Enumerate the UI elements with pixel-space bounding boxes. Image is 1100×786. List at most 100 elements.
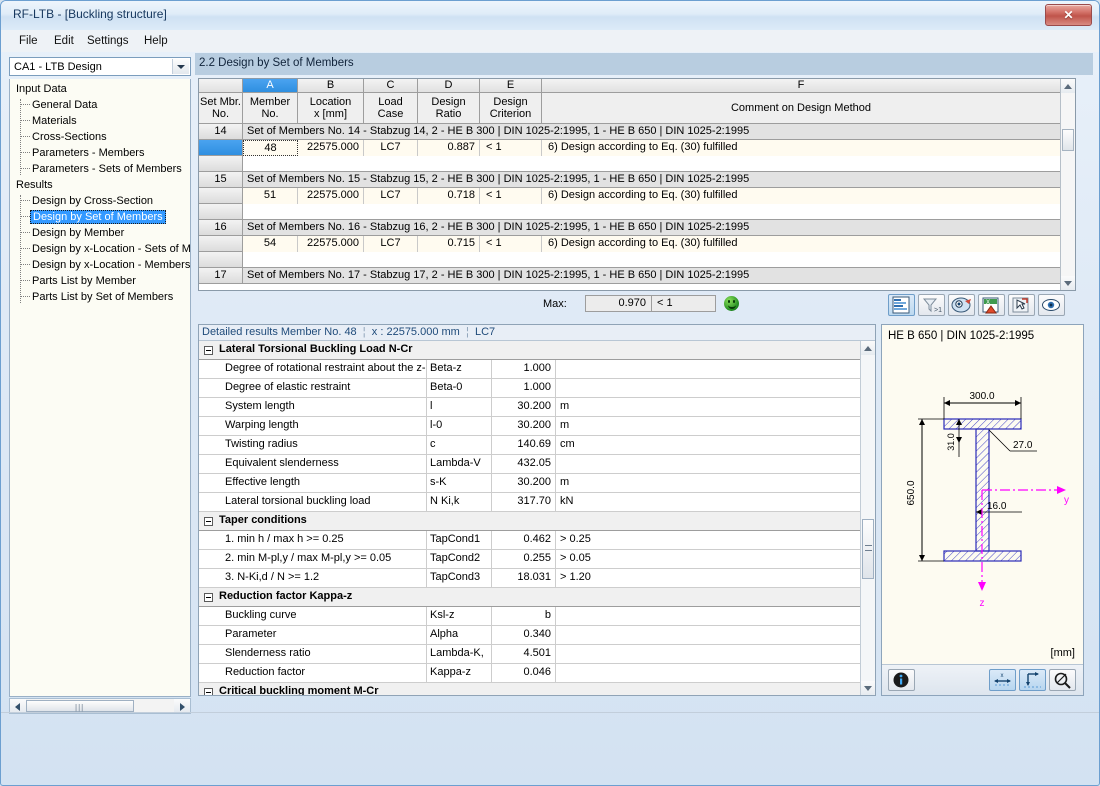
tree-item-parts-list-by-member[interactable]: Parts List by Member <box>32 275 136 287</box>
scroll-thumb[interactable] <box>862 519 874 579</box>
cell-design-ratio[interactable]: 0.718 <box>418 188 480 204</box>
export-excel-icon[interactable]: X <box>978 294 1005 316</box>
scroll-up-icon[interactable] <box>861 341 875 355</box>
dimension-horizontal-icon[interactable]: x <box>989 669 1016 691</box>
close-button[interactable]: ✕ <box>1045 4 1092 26</box>
detail-row[interactable]: Slenderness ratio Lambda-K, 4.501 <box>199 645 860 664</box>
tree-item-design-x-location-members[interactable]: Design by x-Location - Members <box>32 259 190 271</box>
detail-row[interactable]: Parameter Alpha 0.340 <box>199 626 860 645</box>
detail-group-row[interactable]: Critical buckling moment M-Cr <box>199 683 860 695</box>
cell-comment[interactable]: 6) Design according to Eq. (30) fulfille… <box>542 188 1061 204</box>
tree-node-results[interactable]: Results <box>16 179 53 191</box>
cell-load-case[interactable]: LC7 <box>364 140 418 156</box>
table-row-number[interactable]: 16 <box>199 220 243 236</box>
detail-row[interactable]: Equivalent slenderness Lambda-V 432.05 <box>199 455 860 474</box>
cell-member-no[interactable]: 54 <box>243 236 298 252</box>
cell-location[interactable]: 22575.000 <box>298 140 364 156</box>
detail-row[interactable]: Degree of elastic restraint Beta-0 1.000 <box>199 379 860 398</box>
scroll-down-icon[interactable] <box>1061 276 1075 290</box>
grid-col-C[interactable]: C <box>364 79 418 93</box>
table-row-empty[interactable] <box>243 156 1061 172</box>
color-design-icon[interactable] <box>948 294 975 316</box>
detail-row[interactable]: Twisting radius c 140.69 cm <box>199 436 860 455</box>
scroll-right-icon[interactable] <box>174 699 190 713</box>
tree-item-design-by-member[interactable]: Design by Member <box>32 227 124 239</box>
design-case-combo[interactable]: CA1 - LTB Design <box>9 57 191 76</box>
scroll-up-icon[interactable] <box>1061 79 1075 93</box>
table-row-empty[interactable] <box>243 252 1061 268</box>
tree-item-design-x-location-sets[interactable]: Design by x-Location - Sets of M <box>32 243 190 255</box>
detail-row[interactable]: 3. N-Ki,d / N >= 1.2 TapCond3 18.031 > 1… <box>199 569 860 588</box>
cell-design-criterion[interactable]: < 1 <box>480 188 542 204</box>
cell-design-criterion[interactable]: < 1 <box>480 140 542 156</box>
cell-location[interactable]: 22575.000 <box>298 236 364 252</box>
detail-row[interactable]: Degree of rotational restraint about the… <box>199 360 860 379</box>
scroll-thumb[interactable] <box>1062 129 1074 151</box>
result-table-icon[interactable] <box>888 294 915 316</box>
cell-load-case[interactable]: LC7 <box>364 188 418 204</box>
scroll-down-icon[interactable] <box>861 681 875 695</box>
grid-col-D[interactable]: D <box>418 79 480 93</box>
tree-item-parts-list-by-sets[interactable]: Parts List by Set of Members <box>32 291 173 303</box>
tree-item-design-by-cross-section[interactable]: Design by Cross-Section <box>32 195 153 207</box>
tree-item-general-data[interactable]: General Data <box>32 99 97 111</box>
detail-row[interactable]: 2. min M-pl,y / max M-pl,y >= 0.05 TapCo… <box>199 550 860 569</box>
table-row-number-empty[interactable] <box>199 252 243 268</box>
tree-item-parameters-members[interactable]: Parameters - Members <box>32 147 144 159</box>
collapse-icon[interactable] <box>204 688 213 695</box>
zoom-icon[interactable] <box>1049 669 1076 691</box>
cell-comment[interactable]: 6) Design according to Eq. (30) fulfille… <box>542 140 1061 156</box>
grid-col-A[interactable]: A <box>243 79 298 93</box>
table-row-number-empty[interactable] <box>199 204 243 220</box>
detail-row[interactable]: Buckling curve Ksl-z b <box>199 607 860 626</box>
scroll-thumb[interactable]: ||| <box>26 700 134 712</box>
table-row-number-selected[interactable] <box>199 140 243 156</box>
menu-item-file[interactable]: File <box>13 34 44 48</box>
scroll-left-icon[interactable] <box>10 699 26 713</box>
detail-row[interactable]: Reduction factor Kappa-z 0.046 <box>199 664 860 683</box>
tree-item-cross-sections[interactable]: Cross-Sections <box>32 131 107 143</box>
table-row-number-empty[interactable] <box>199 156 243 172</box>
cell-member-no[interactable]: 48 <box>243 140 298 156</box>
chevron-down-icon[interactable] <box>172 59 189 74</box>
cell-member-no[interactable]: 51 <box>243 188 298 204</box>
menu-item-settings[interactable]: Settings <box>81 34 135 48</box>
detail-group-row[interactable]: Lateral Torsional Buckling Load N-Cr <box>199 341 860 360</box>
table-row-number[interactable]: 15 <box>199 172 243 188</box>
detail-group-row[interactable]: Taper conditions <box>199 512 860 531</box>
cell-location[interactable]: 22575.000 <box>298 188 364 204</box>
grid-col-E[interactable]: E <box>480 79 542 93</box>
detail-group-row[interactable]: Reduction factor Kappa-z <box>199 588 860 607</box>
table-row-empty[interactable] <box>243 204 1061 220</box>
detail-row[interactable]: Warping length l-0 30.200 m <box>199 417 860 436</box>
menu-item-help[interactable]: Help <box>138 34 174 48</box>
cell-load-case[interactable]: LC7 <box>364 236 418 252</box>
detail-row[interactable]: Effective length s-K 30.200 m <box>199 474 860 493</box>
tree-node-input-data[interactable]: Input Data <box>16 83 67 95</box>
detail-vertical-scrollbar[interactable] <box>860 341 875 695</box>
collapse-icon[interactable] <box>204 346 213 355</box>
detail-row[interactable]: 1. min h / max h >= 0.25 TapCond1 0.462 … <box>199 531 860 550</box>
tree-item-parameters-sets[interactable]: Parameters - Sets of Members <box>32 163 182 175</box>
view-icon[interactable] <box>1038 294 1065 316</box>
grid-vertical-scrollbar[interactable] <box>1060 79 1075 290</box>
menu-item-edit[interactable]: Edit <box>48 34 80 48</box>
detail-row[interactable]: System length l 30.200 m <box>199 398 860 417</box>
tree-item-design-by-set-of-members[interactable]: Design by Set of Members <box>30 210 166 224</box>
cell-comment[interactable]: 6) Design according to Eq. (30) fulfille… <box>542 236 1061 252</box>
collapse-icon[interactable] <box>204 517 213 526</box>
dimension-vertical-icon[interactable] <box>1019 669 1046 691</box>
table-row-number[interactable] <box>199 236 243 252</box>
detail-row[interactable]: Lateral torsional buckling load N Ki,k 3… <box>199 493 860 512</box>
select-member-icon[interactable] <box>1008 294 1035 316</box>
collapse-icon[interactable] <box>204 593 213 602</box>
cell-design-ratio[interactable]: 0.887 <box>418 140 480 156</box>
grid-col-F[interactable]: F <box>542 79 1061 93</box>
table-row-number[interactable] <box>199 188 243 204</box>
cell-design-criterion[interactable]: < 1 <box>480 236 542 252</box>
cell-design-ratio[interactable]: 0.715 <box>418 236 480 252</box>
grid-col-B[interactable]: B <box>298 79 364 93</box>
table-row-number[interactable]: 17 <box>199 268 243 284</box>
filter-icon[interactable]: >1 <box>918 294 945 316</box>
info-icon[interactable] <box>888 669 915 691</box>
